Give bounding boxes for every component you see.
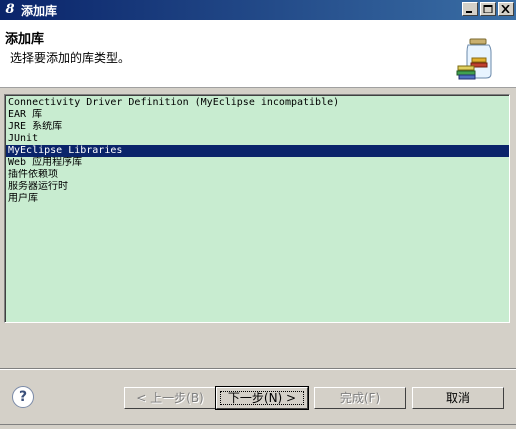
back-button[interactable]: < 上一步(B) <box>124 387 216 409</box>
status-line <box>0 424 516 429</box>
help-button[interactable]: ? <box>12 386 34 408</box>
minimize-button[interactable] <box>462 2 478 16</box>
title-bar: 8 添加库 <box>0 0 516 20</box>
list-item[interactable]: 用户库 <box>6 193 509 205</box>
minimize-icon <box>466 11 472 13</box>
page-description: 选择要添加的库类型。 <box>10 51 131 65</box>
next-button[interactable]: 下一步(N) > <box>215 386 309 410</box>
maximize-button[interactable] <box>480 2 496 16</box>
close-icon <box>501 5 510 13</box>
finish-button[interactable]: 完成(F) <box>314 387 406 409</box>
wizard-header: 添加库 选择要添加的库类型。 <box>0 20 516 88</box>
page-title: 添加库 <box>5 32 45 47</box>
list-item[interactable]: 服务器运行时 <box>6 181 509 193</box>
list-item[interactable]: EAR 库 <box>6 109 509 121</box>
close-button[interactable] <box>498 2 514 16</box>
list-item[interactable]: MyEclipse Libraries <box>6 145 509 157</box>
app-icon: 8 <box>5 2 15 17</box>
cancel-button[interactable]: 取消 <box>412 387 504 409</box>
window-title: 添加库 <box>21 3 58 18</box>
list-item[interactable]: JUnit <box>6 133 509 145</box>
maximize-icon <box>483 5 493 13</box>
list-item[interactable]: JRE 系统库 <box>6 121 509 133</box>
library-jar-icon <box>456 38 492 80</box>
list-item[interactable]: Web 应用程序库 <box>6 157 509 169</box>
library-type-list-items: Connectivity Driver Definition (MyEclips… <box>5 95 509 322</box>
library-type-list[interactable]: Connectivity Driver Definition (MyEclips… <box>4 94 510 323</box>
list-item[interactable]: 插件依赖项 <box>6 169 509 181</box>
button-bar-separator <box>0 368 516 370</box>
window-controls <box>460 2 514 16</box>
list-item[interactable]: Connectivity Driver Definition (MyEclips… <box>6 97 509 109</box>
